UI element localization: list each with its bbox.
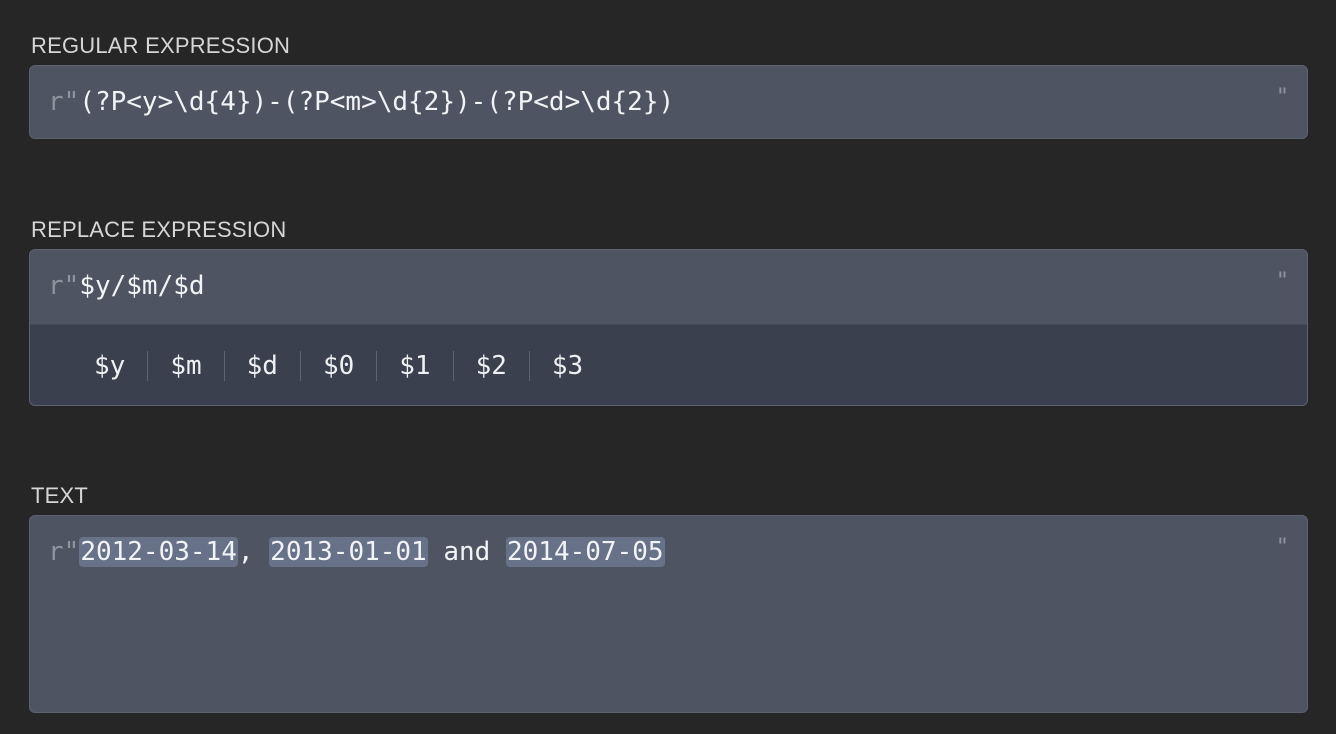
text-prefix: r" [48,537,80,567]
group-token[interactable]: $m [170,350,223,382]
text-segment: , [237,537,270,567]
regex-field[interactable]: r"(?P<y>\d{4})-(?P<m>\d{2})-(?P<d>\d{2})… [29,65,1308,139]
regex-input[interactable]: r"(?P<y>\d{4})-(?P<m>\d{2})-(?P<d>\d{2}) [48,86,674,118]
text-suffix: " [1275,535,1289,560]
group-token[interactable]: $1 [399,350,452,382]
text-input[interactable]: r"2012-03-14, 2013-01-01 and 2014-07-05 [48,536,665,568]
regex-tester: REGULAR EXPRESSION r"(?P<y>\d{4})-(?P<m>… [0,0,1336,734]
replace-input[interactable]: r"$y/$m/$d [48,270,205,302]
token-separator [223,350,225,381]
token-separator [147,350,149,381]
text-field[interactable]: r"2012-03-14, 2013-01-01 and 2014-07-05 … [29,515,1308,713]
group-token[interactable]: $2 [476,350,529,382]
group-token[interactable]: $d [247,350,300,382]
token-separator [376,350,378,381]
match-highlight: 2013-01-01 [269,537,428,567]
group-reference-bar: $y $m $d $0 $1 $2 $3 [30,324,1307,405]
match-highlight: 2012-03-14 [79,537,238,567]
regex-prefix: r" [48,87,80,117]
group-token[interactable]: $y [94,350,147,382]
token-separator [299,350,301,381]
text-label: TEXT [31,483,89,508]
match-highlight: 2014-07-05 [506,537,665,567]
regex-value: (?P<y>\d{4})-(?P<m>\d{2})-(?P<d>\d{2}) [79,87,675,117]
group-token[interactable]: $3 [552,350,605,382]
regex-label: REGULAR EXPRESSION [31,33,291,58]
group-token[interactable]: $0 [323,350,376,382]
replace-field[interactable]: r"$y/$m/$d " $y $m $d $0 $1 $2 $3 [29,249,1308,406]
regex-suffix: " [1275,85,1289,110]
replace-value: $y/$m/$d [79,271,205,301]
token-separator [528,350,530,381]
text-segment: and [427,537,506,567]
replace-suffix: " [1275,269,1289,294]
token-separator [452,350,454,381]
replace-prefix: r" [48,271,80,301]
replace-label: REPLACE EXPRESSION [31,217,287,242]
